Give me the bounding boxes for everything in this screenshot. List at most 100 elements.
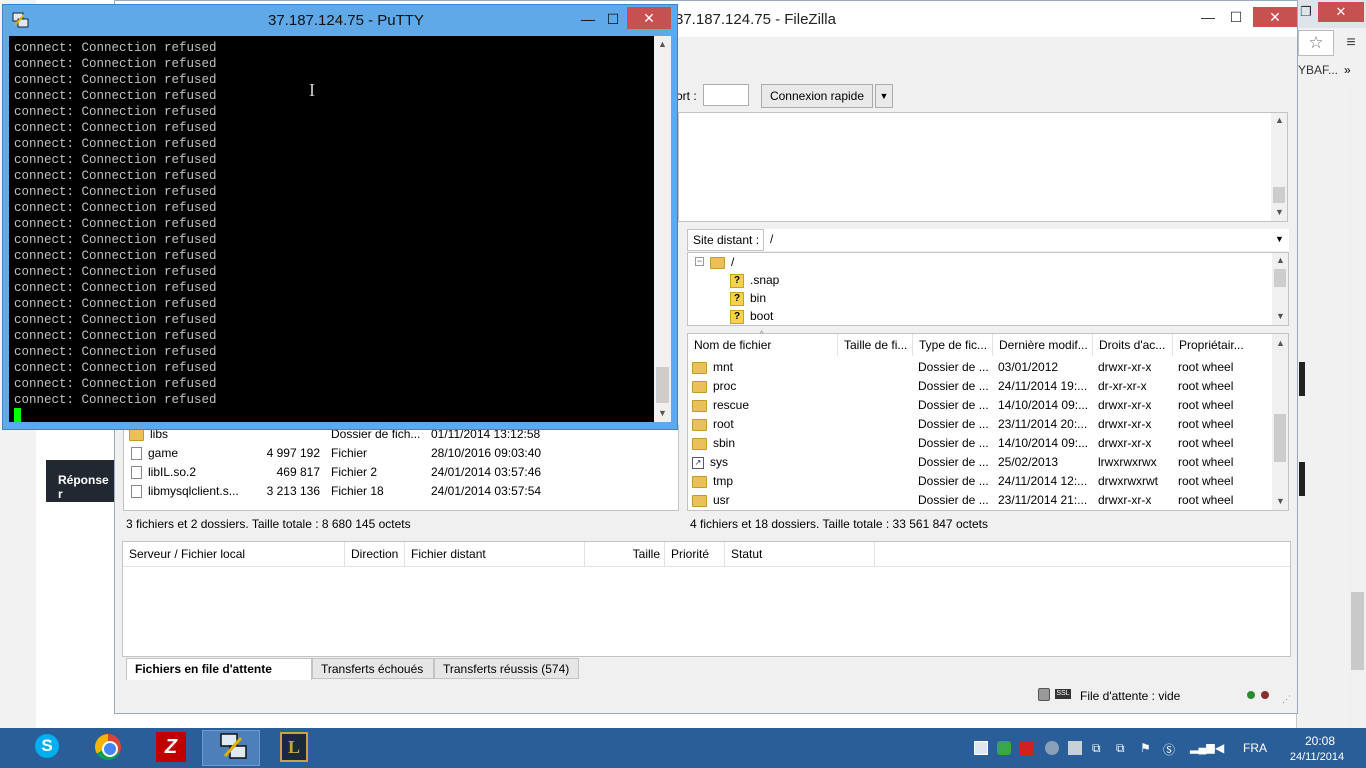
table-row[interactable]: mnt Dossier de ... 03/01/2012 drwxr-xr-x…	[688, 358, 1274, 377]
browser-restore-icon[interactable]: ❐	[1298, 2, 1314, 22]
file-type: Fichier	[331, 446, 368, 460]
transfer-queue: Serveur / Fichier local Direction Fichie…	[122, 541, 1291, 657]
terminal-line: connect: Connection refused	[14, 313, 217, 327]
table-row[interactable]: tmp Dossier de ... 24/11/2014 12:... drw…	[688, 472, 1274, 491]
tray-app-icon[interactable]	[1020, 741, 1034, 755]
column-header-modified[interactable]: Dernière modif...	[993, 334, 1093, 356]
tray-sync-icon[interactable]	[974, 741, 988, 755]
scroll-down-icon[interactable]: ▼	[654, 408, 671, 418]
file-modified: 14/10/2014 09:...	[998, 436, 1089, 450]
tree-scroll-thumb[interactable]	[1274, 269, 1286, 287]
network-bars-icon[interactable]: ▂▄▆	[1190, 741, 1215, 755]
table-row[interactable]: ↗ sys Dossier de ... 25/02/2013 lrwxrwxrw…	[688, 453, 1274, 472]
tray-putty2-icon[interactable]: ⧉	[1116, 741, 1130, 755]
scroll-up-icon[interactable]: ▲	[1271, 115, 1288, 125]
browser-close-button[interactable]: ✕	[1318, 2, 1364, 22]
tab-queued-files[interactable]: Fichiers en file d'attente	[126, 658, 312, 680]
table-row[interactable]: proc Dossier de ... 24/11/2014 19:... dr…	[688, 377, 1274, 396]
language-indicator[interactable]: FRA	[1243, 741, 1267, 755]
table-row[interactable]: sbin Dossier de ... 14/10/2014 09:... dr…	[688, 434, 1274, 453]
filezilla-title: 37.187.124.75 - FileZilla	[675, 11, 836, 28]
log-scrollbar[interactable]	[1271, 113, 1287, 221]
scroll-up-icon[interactable]: ▲	[1272, 338, 1289, 348]
tray-device-icon[interactable]	[1068, 741, 1082, 755]
queue-column-direction[interactable]: Direction	[345, 542, 405, 566]
close-icon[interactable]: ✕	[627, 7, 671, 29]
terminal-scroll-thumb[interactable]	[656, 367, 669, 403]
queue-column-priority[interactable]: Priorité	[665, 542, 725, 566]
terminal-line: connect: Connection refused	[14, 73, 217, 87]
file-size: 4 997 192	[266, 446, 320, 460]
port-input[interactable]	[703, 84, 749, 106]
tray-putty-icon[interactable]: ⧉	[1092, 741, 1106, 755]
chevron-down-icon[interactable]: ▼	[1275, 234, 1284, 244]
terminal-line: connect: Connection refused	[14, 137, 217, 151]
minimize-icon[interactable]: —	[575, 9, 601, 29]
queue-column-size[interactable]: Taille	[585, 542, 665, 566]
tray-network-icon[interactable]	[1045, 741, 1059, 755]
clock-date[interactable]: 24/11/2014	[1281, 751, 1353, 763]
scroll-down-icon[interactable]: ▼	[1272, 496, 1289, 506]
queue-column-server[interactable]: Serveur / Fichier local	[123, 542, 345, 566]
column-header-type[interactable]: Type de fic...	[913, 334, 993, 356]
log-scroll-thumb[interactable]	[1273, 187, 1285, 203]
tray-check-icon[interactable]	[997, 741, 1011, 755]
quickconnect-button[interactable]: Connexion rapide	[761, 84, 873, 108]
tree-item-bin[interactable]: ? bin	[730, 289, 766, 307]
flag-icon[interactable]: ⚑	[1140, 741, 1154, 755]
skype-tray-icon[interactable]: Ⓢ	[1163, 741, 1177, 757]
file-perms: dr-xr-xr-x	[1098, 379, 1147, 393]
remote-path-input[interactable]: /	[763, 229, 1289, 251]
tab-failed-transfers[interactable]: Transferts échoués	[312, 658, 434, 679]
table-row[interactable]: rescue Dossier de ... 14/10/2014 09:... …	[688, 396, 1274, 415]
reply-button[interactable]: Réponse r	[46, 460, 116, 502]
quickconnect-dropdown-icon[interactable]: ▼	[875, 84, 893, 108]
file-name: libmysqlclient.s...	[148, 484, 239, 498]
remote-list-scroll-thumb[interactable]	[1274, 414, 1286, 462]
putty-icon	[220, 733, 247, 759]
terminal-line: connect: Connection refused	[14, 201, 217, 215]
maximize-icon[interactable]: ☐	[600, 9, 626, 29]
tree-item-boot[interactable]: ? boot	[730, 307, 773, 325]
tree-item-label: bin	[750, 291, 767, 305]
table-row[interactable]: libIL.so.2 469 817 Fichier 2 24/01/2014 …	[124, 463, 680, 482]
folder-icon	[692, 437, 707, 450]
table-row[interactable]: game 4 997 192 Fichier 28/10/2016 09:03:…	[124, 444, 680, 463]
column-header-size[interactable]: Taille de fi...	[838, 334, 913, 356]
tree-item-snap[interactable]: ? .snap	[730, 271, 779, 289]
minimize-icon[interactable]: —	[1193, 7, 1223, 27]
clock-time[interactable]: 20:08	[1298, 734, 1342, 748]
folder-icon	[710, 256, 725, 269]
browser-scroll-thumb[interactable]	[1351, 592, 1364, 670]
scroll-down-icon[interactable]: ▼	[1272, 311, 1289, 321]
queue-column-status[interactable]: Statut	[725, 542, 875, 566]
collapse-icon[interactable]: −	[695, 257, 704, 266]
bookmark-more-icon[interactable]: »	[1344, 60, 1351, 80]
table-row[interactable]: root Dossier de ... 23/11/2014 20:... dr…	[688, 415, 1274, 434]
bookmark-star-icon[interactable]: ☆	[1298, 30, 1334, 56]
queue-status-label: File d'attente : vide	[1080, 689, 1181, 703]
tab-successful-transfers[interactable]: Transferts réussis (574)	[434, 658, 579, 679]
lock-icon	[1038, 688, 1050, 701]
scroll-up-icon[interactable]: ▲	[1272, 255, 1289, 265]
browser-menu-icon[interactable]: ≡	[1338, 30, 1364, 56]
resize-grip-icon[interactable]: ⋰	[1282, 694, 1291, 705]
scroll-down-icon[interactable]: ▼	[1271, 207, 1288, 217]
queue-tabs: Fichiers en file d'attente Transferts éc…	[122, 658, 1291, 680]
column-header-permissions[interactable]: Droits d'ac...	[1093, 334, 1173, 356]
table-row[interactable]: libmysqlclient.s... 3 213 136 Fichier 18…	[124, 482, 680, 501]
file-type: Dossier de ...	[918, 398, 989, 412]
terminal-scrollbar[interactable]	[654, 36, 671, 422]
column-header-owner[interactable]: Propriétair...	[1173, 334, 1273, 356]
table-row[interactable]: usr Dossier de ... 23/11/2014 21:... drw…	[688, 491, 1274, 510]
volume-icon[interactable]: ◀	[1215, 741, 1229, 755]
terminal-output[interactable]: connect: Connection refused connect: Con…	[9, 36, 654, 422]
maximize-icon[interactable]: ☐	[1221, 7, 1251, 27]
scroll-up-icon[interactable]: ▲	[654, 39, 671, 49]
remote-file-list: Nom de fichier Taille de fi... Type de f…	[687, 331, 1289, 511]
queue-column-remote-file[interactable]: Fichier distant	[405, 542, 585, 566]
bookmark-item[interactable]: YBAF...	[1298, 60, 1366, 80]
tree-item-root[interactable]: /	[710, 253, 734, 271]
close-icon[interactable]: ✕	[1253, 7, 1297, 27]
terminal-line: connect: Connection refused	[14, 217, 217, 231]
